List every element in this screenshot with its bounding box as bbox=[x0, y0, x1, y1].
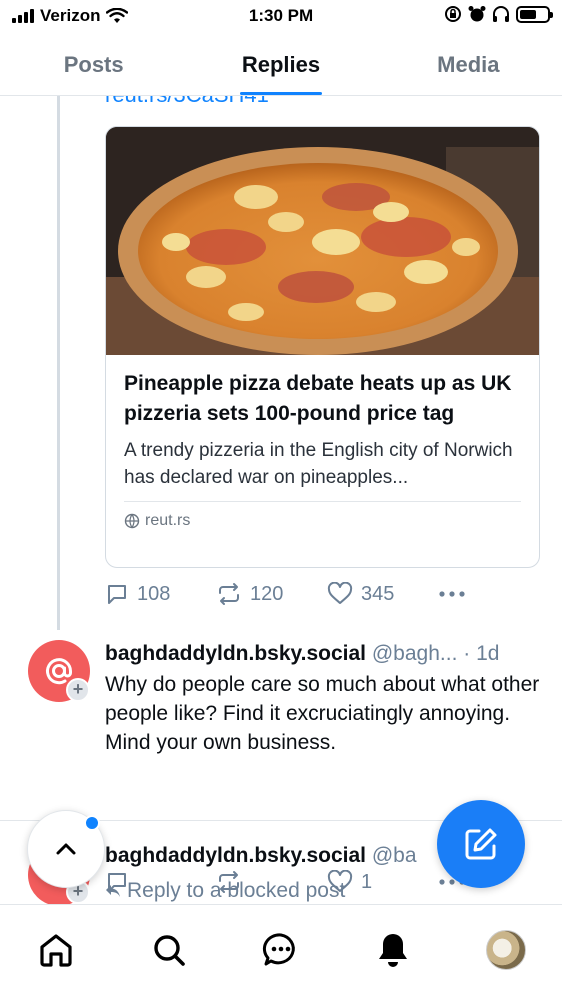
battery-icon bbox=[516, 5, 553, 23]
reply-button[interactable]: 108 bbox=[105, 582, 216, 606]
headphones-icon bbox=[493, 6, 509, 22]
pizza-image bbox=[106, 127, 539, 355]
bell-icon bbox=[379, 934, 408, 967]
reply-icon bbox=[108, 585, 126, 604]
profile-tabs: Posts Replies Media bbox=[0, 34, 562, 96]
heart-icon bbox=[327, 582, 353, 604]
status-bar: Verizon 1:30 PM bbox=[0, 0, 562, 34]
card-divider bbox=[124, 501, 521, 502]
reply-arrow-icon bbox=[106, 884, 120, 897]
tab-media[interactable]: Media bbox=[375, 34, 562, 95]
compose-icon bbox=[465, 828, 497, 860]
post-time: · 1d bbox=[463, 642, 500, 665]
new-posts-indicator bbox=[84, 815, 100, 831]
more-options-button[interactable] bbox=[438, 590, 549, 598]
bottom-nav bbox=[0, 904, 562, 1000]
search-icon bbox=[153, 935, 185, 966]
rotation-lock-icon bbox=[445, 6, 461, 22]
repost-count: 120 bbox=[250, 582, 284, 605]
reply-count: 108 bbox=[137, 582, 171, 605]
status-icons bbox=[444, 5, 553, 23]
more-icon bbox=[439, 591, 465, 597]
home-icon bbox=[40, 934, 72, 967]
post-actions: 108 120 345 bbox=[105, 582, 549, 606]
post-link[interactable]: reut.rs/3CaSH41 bbox=[105, 96, 269, 108]
card-domain-row: reut.rs bbox=[124, 512, 521, 530]
repost-icon bbox=[219, 583, 239, 605]
tab-replies[interactable]: Replies bbox=[187, 34, 374, 95]
profile-avatar bbox=[485, 930, 526, 970]
author-handle[interactable]: @ba bbox=[372, 844, 417, 867]
nav-profile[interactable] bbox=[476, 925, 536, 975]
globe-icon bbox=[124, 513, 140, 529]
card-domain: reut.rs bbox=[145, 512, 191, 529]
repost-button[interactable]: 120 bbox=[216, 582, 327, 606]
thread-line bbox=[57, 96, 60, 630]
post-text: Why do people care so much about what ot… bbox=[105, 673, 540, 754]
card-description: A trendy pizzeria in the English city of… bbox=[124, 440, 513, 488]
replies-feed: reut.rs/3CaSH41 bbox=[0, 96, 562, 904]
like-button[interactable]: 345 bbox=[327, 582, 438, 606]
nav-search[interactable] bbox=[139, 925, 199, 975]
author-name[interactable]: baghdaddyldn.bsky.social bbox=[105, 642, 366, 665]
like-count: 345 bbox=[361, 582, 395, 605]
compose-button[interactable] bbox=[437, 800, 525, 888]
nav-chat[interactable] bbox=[251, 925, 311, 975]
scroll-to-top-button[interactable] bbox=[27, 810, 105, 888]
reply-note: Reply to a blocked post bbox=[127, 879, 346, 902]
alarm-icon bbox=[468, 6, 486, 22]
card-title: Pineapple pizza debate heats up as UK pi… bbox=[124, 372, 512, 425]
tab-posts[interactable]: Posts bbox=[0, 34, 187, 95]
author-handle[interactable]: @bagh... bbox=[372, 642, 458, 665]
nav-home[interactable] bbox=[26, 925, 86, 975]
author-name[interactable]: baghdaddyldn.bsky.social bbox=[105, 844, 366, 867]
chat-icon bbox=[262, 933, 295, 966]
post-header: baghdaddyldn.bsky.social @bagh... · 1d bbox=[105, 642, 545, 666]
nav-notifications[interactable] bbox=[363, 925, 423, 975]
follow-plus-icon[interactable]: + bbox=[66, 678, 90, 702]
link-preview-card[interactable]: Pineapple pizza debate heats up as UK pi… bbox=[105, 126, 540, 568]
chevron-up-icon bbox=[56, 843, 76, 855]
